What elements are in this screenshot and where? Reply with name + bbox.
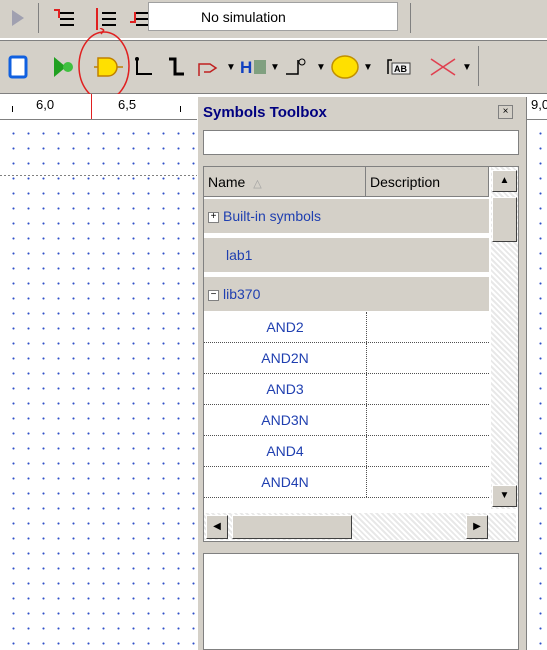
scrollbar-thumb[interactable]	[492, 197, 517, 242]
column-divider	[366, 312, 367, 342]
page-border-line	[0, 175, 198, 176]
list-item[interactable]: AND2	[204, 312, 489, 343]
group-label: lib370	[223, 286, 261, 302]
toolbar-separator	[410, 3, 411, 33]
symbol-name: AND3	[266, 381, 304, 397]
ruler-label: 9,0	[531, 97, 547, 112]
ruler-label: 6,5	[118, 97, 137, 112]
align-icon[interactable]	[94, 8, 118, 30]
symbol-name: AND3N	[261, 412, 309, 428]
symbol-name: AND2N	[261, 350, 309, 366]
close-icon[interactable]: ×	[498, 105, 513, 119]
column-divider	[366, 405, 367, 435]
collapse-minus-icon[interactable]: −	[208, 289, 219, 301]
scroll-left-arrow-icon[interactable]: ◀	[206, 515, 228, 539]
highlight-circle-annotation	[78, 28, 130, 101]
ruler-tick	[180, 106, 181, 112]
hierarchy-icon[interactable]: H	[240, 56, 268, 78]
schematic-canvas[interactable]	[0, 122, 198, 650]
column-divider	[366, 436, 367, 466]
column-divider	[366, 374, 367, 404]
horizontal-scrollbar[interactable]: ◀ ▶	[204, 513, 516, 540]
symbol-name: AND2	[266, 319, 304, 335]
simulation-status-field[interactable]: No simulation	[148, 2, 398, 31]
group-row-lib370[interactable]: − lib370	[204, 277, 489, 312]
toolbar-separator	[38, 3, 39, 33]
chevron-down-icon[interactable]: ▼	[316, 62, 326, 73]
symbols-list: Name △ Description + Built-in symbols lab…	[203, 166, 519, 542]
scroll-up-arrow-icon[interactable]: ▲	[492, 170, 517, 192]
play-arrow-icon[interactable]	[12, 10, 24, 26]
group-row-lab1[interactable]: lab1	[204, 238, 489, 273]
column-divider	[366, 467, 367, 497]
list-item[interactable]: AND2N	[204, 343, 489, 374]
text-label-icon[interactable]: AB	[384, 56, 414, 78]
scrollbar-thumb[interactable]	[232, 515, 352, 539]
chevron-down-icon[interactable]: ▼	[363, 62, 373, 73]
ruler-tick	[12, 106, 13, 112]
group-row-builtin-symbols[interactable]: + Built-in symbols	[204, 199, 489, 234]
svg-text:AB: AB	[394, 64, 407, 74]
circle-icon[interactable]	[330, 55, 360, 79]
toolbar-separator	[478, 46, 479, 86]
column-header-label: Name	[208, 174, 246, 190]
column-header-label: Description	[370, 174, 441, 190]
group-label: Built-in symbols	[223, 208, 322, 224]
delete-cross-icon[interactable]	[428, 56, 458, 78]
symbol-name: AND4	[266, 443, 304, 459]
toolbox-title: Symbols Toolbox	[203, 104, 327, 121]
bus-icon[interactable]	[166, 56, 188, 78]
group-label: lab1	[226, 247, 253, 263]
list-item[interactable]: AND4	[204, 436, 489, 467]
expand-plus-icon[interactable]: +	[208, 211, 219, 223]
list-item[interactable]: AND3N	[204, 405, 489, 436]
scroll-down-arrow-icon[interactable]: ▼	[492, 485, 517, 507]
symbol-description-box	[203, 553, 519, 650]
svg-text:H: H	[240, 58, 252, 77]
ruler-label: 6,0	[36, 97, 55, 112]
rectangle-icon[interactable]	[8, 55, 30, 79]
green-arrow-icon[interactable]	[52, 55, 76, 79]
chevron-down-icon[interactable]: ▼	[226, 62, 236, 73]
column-divider	[366, 343, 367, 373]
column-header-name[interactable]: Name △	[204, 167, 366, 197]
ruler-cursor-marker	[91, 94, 92, 119]
vertical-scrollbar[interactable]: ▲ ▼	[491, 167, 518, 509]
step-in-icon[interactable]	[52, 8, 76, 30]
chevron-down-icon[interactable]: ▼	[462, 62, 472, 73]
ground-icon[interactable]	[284, 56, 312, 78]
scroll-right-arrow-icon[interactable]: ▶	[466, 515, 488, 539]
wire-icon[interactable]	[134, 56, 156, 78]
list-item[interactable]: AND4N	[204, 467, 489, 498]
pin-icon[interactable]	[196, 56, 222, 78]
column-header-description[interactable]: Description	[366, 167, 489, 197]
schematic-canvas[interactable]	[527, 122, 547, 650]
list-item[interactable]: AND3	[204, 374, 489, 405]
chevron-down-icon[interactable]: ▼	[270, 62, 280, 73]
symbol-search-input[interactable]	[203, 130, 519, 155]
sort-ascending-icon: △	[253, 178, 262, 190]
symbol-name: AND4N	[261, 474, 309, 490]
